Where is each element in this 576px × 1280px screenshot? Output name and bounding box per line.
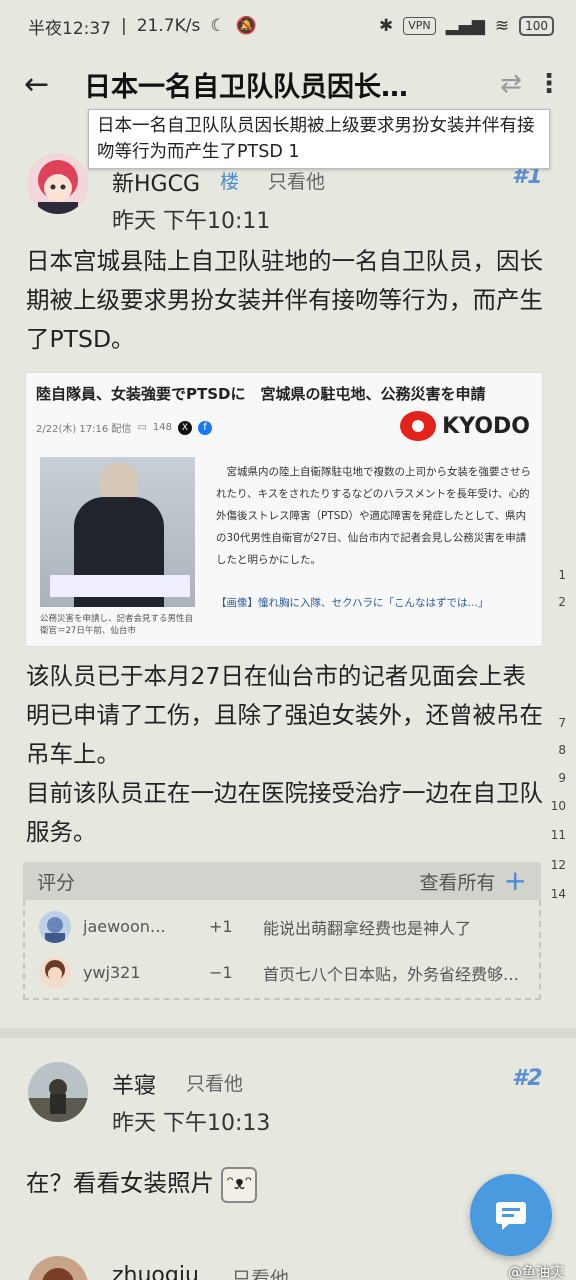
side-index[interactable]: 14 — [551, 887, 566, 901]
side-index[interactable]: 9 — [558, 771, 566, 785]
vpn-badge: VPN — [403, 17, 436, 35]
news-screenshot[interactable]: 陸自隊員、女装強要でPTSDに 宮城県の駐屯地、公務災害を申請 2/22(木) … — [25, 372, 543, 647]
battery-icon: 100 — [519, 16, 554, 36]
side-index[interactable]: 8 — [558, 743, 566, 757]
post-divider — [0, 1028, 576, 1038]
mute-icon: 🔕 — [235, 16, 257, 36]
signal-icon: ▂▄▆ — [445, 16, 485, 36]
comment-icon — [496, 1202, 526, 1230]
app-bar: ← 日本一名自卫队队员因长… ⇄ ⋮ — [0, 52, 576, 116]
x-icon: X — [177, 420, 192, 435]
post-time: 昨天 下午10:13 — [112, 1111, 271, 1136]
op-badge: 楼 — [220, 171, 240, 193]
rating-row[interactable]: ywj321 −1 首页七八个日本贴，外务省经费够… — [25, 950, 539, 995]
side-index[interactable]: 10 — [551, 799, 566, 813]
plus-icon: + — [503, 864, 527, 897]
post-text: 在？看看女装照片 ᵔᴥᵔ — [26, 1164, 546, 1203]
side-index[interactable]: 2 — [558, 595, 566, 609]
post-text-2: 该队员已于本月27日在仙台市的记者见面会上表明已申请了工伤，且除了强迫女装外，还… — [26, 662, 543, 768]
post-time: 昨天 下午10:11 — [112, 209, 271, 234]
avatar[interactable] — [28, 1256, 88, 1280]
only-him-button[interactable]: 只看他 — [268, 167, 325, 194]
avatar[interactable] — [28, 1062, 88, 1122]
moon-icon: ☾ — [210, 16, 226, 36]
page-title: 日本一名自卫队队员因长… — [84, 71, 408, 103]
side-index[interactable]: 7 — [558, 716, 566, 730]
rating-row[interactable]: jaewoon… +1 能说出萌翻拿经费也是神人了 — [25, 904, 539, 949]
clock: 半夜12:37 — [28, 18, 111, 39]
avatar — [39, 910, 71, 943]
side-index[interactable]: 12 — [551, 858, 566, 872]
more-menu-icon[interactable]: ⋮ — [536, 69, 562, 99]
bluetooth-icon: ✱ — [378, 16, 394, 36]
photo-caption: 公務災害を申請し、記者会見する男性自衛官＝27日午前、仙台市 — [40, 614, 194, 636]
title-tooltip: 日本一名自卫队队员因长期被上级要求男扮女装并伴有接吻等行为而产生了PTSD 1 — [88, 109, 550, 169]
news-body: 宮城県内の陸上自衛隊駐屯地で複数の上司から女装を強要させられたり、キスをされたり… — [216, 466, 531, 566]
username[interactable]: 羊寝 — [112, 1068, 156, 1100]
reply-fab[interactable] — [470, 1174, 552, 1256]
rating-header: 评分 查看所有 + — [23, 862, 541, 900]
sticker-icon: ᵔᴥᵔ — [221, 1166, 258, 1203]
swap-icon[interactable]: ⇄ — [486, 69, 536, 99]
news-link: 【画像】憧れ胸に入隊、セクハラに「こんなはずでは…」 — [216, 597, 489, 609]
username[interactable]: 新HGCG — [112, 166, 200, 198]
rating-panel: 评分 查看所有 + jaewoon… +1 能说出萌翻拿经费也是神人了 ywj3… — [23, 862, 541, 1000]
news-meta: 2/22(木) 17:16 配信 ▭ 148 X f — [36, 420, 212, 435]
only-him-button[interactable]: 只看他 — [232, 1264, 289, 1280]
kyodo-logo: KYODO — [400, 411, 530, 441]
username[interactable]: zhuogiu — [112, 1263, 199, 1280]
post-text-3: 目前该队员正在一边在医院接受治疗一边在自卫队服务。 — [26, 779, 543, 846]
news-headline: 陸自隊員、女装強要でPTSDに 宮城県の駐屯地、公務災害を申請 — [36, 385, 486, 403]
facebook-icon: f — [197, 420, 212, 435]
only-him-button[interactable]: 只看他 — [186, 1069, 243, 1096]
comment-icon: ▭ — [137, 422, 147, 433]
avatar — [39, 956, 71, 989]
back-arrow-icon[interactable]: ← — [24, 67, 68, 102]
network-speed: 21.7K/s — [136, 16, 201, 36]
wifi-icon: ≋ — [494, 16, 510, 36]
kyodo-logo-icon — [400, 411, 437, 441]
status-bar: 半夜12:37 | 21.7K/s ☾ 🔕 ✱ VPN ▂▄▆ ≋ 100 — [0, 0, 576, 52]
side-index[interactable]: 1 — [558, 568, 566, 582]
floor-number: #2 — [512, 1066, 543, 1091]
news-photo — [40, 457, 195, 607]
side-index[interactable]: 11 — [551, 828, 566, 842]
watermark: @鱼油实 — [508, 1265, 564, 1280]
post-text: 日本宫城县陆上自卫队驻地的一名自卫队员，因长期被上级要求男扮女装并伴有接吻等行为… — [26, 247, 543, 353]
avatar[interactable] — [28, 154, 88, 214]
view-all-ratings-button[interactable]: 查看所有 + — [420, 864, 527, 897]
